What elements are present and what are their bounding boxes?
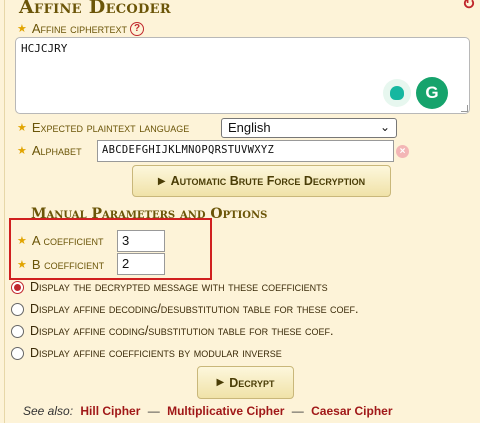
star-icon: ★ — [17, 145, 27, 157]
coefficient-highlight-box — [9, 218, 212, 280]
resize-handle[interactable] — [461, 105, 468, 112]
alphabet-label-row: ★ Alphabet — [17, 143, 82, 158]
decrypt-button[interactable]: ▶ Decrypt — [197, 366, 294, 399]
affine-decoder-panel: Affine Decoder ↻ ★ Affine ciphertext ? H… — [4, 0, 480, 423]
ciphertext-label: Affine ciphertext — [31, 21, 127, 36]
grammarly-icon[interactable]: G — [416, 77, 448, 109]
radio-decoding-table[interactable] — [11, 302, 24, 316]
option-label: Display affine coding/substitution table… — [30, 324, 334, 338]
see-also-label: See also: — [23, 404, 74, 418]
see-also: See also: Hill Cipher — Multiplicative C… — [23, 404, 393, 418]
star-icon: ★ — [17, 122, 27, 134]
option-label: Display affine coefficients by modular i… — [30, 346, 282, 360]
option-row[interactable]: Display affine coding/substitution table… — [11, 324, 334, 338]
brute-force-button[interactable]: ▶ Automatic Brute Force Decryption — [132, 165, 391, 197]
option-row[interactable]: Display affine decoding/desubstitution t… — [11, 302, 359, 316]
option-label: Display affine decoding/desubstitution t… — [30, 302, 359, 316]
option-row[interactable]: Display the decrypted message with these… — [11, 280, 328, 294]
option-row[interactable]: Display affine coefficients by modular i… — [11, 346, 282, 360]
radio-coding-table[interactable] — [11, 324, 24, 338]
ciphertext-label-row: ★ Affine ciphertext ? — [17, 21, 144, 36]
play-icon: ▶ — [157, 175, 166, 187]
lightbulb-extension-icon[interactable] — [383, 79, 411, 107]
link-hill-cipher[interactable]: Hill Cipher — [80, 404, 140, 418]
separator: — — [147, 404, 160, 418]
clear-icon[interactable]: × — [396, 145, 409, 158]
alphabet-input[interactable]: ABCDEFGHIJKLMNOPQRSTUVWXYZ — [97, 140, 394, 162]
link-multiplicative-cipher[interactable]: Multiplicative Cipher — [167, 404, 284, 418]
option-label: Display the decrypted message with these… — [30, 280, 328, 294]
ciphertext-value: HCJCJRY — [21, 42, 68, 55]
star-icon: ★ — [17, 23, 27, 35]
language-select[interactable]: English ⌄ — [221, 118, 397, 138]
brute-force-label: Automatic Brute Force Decryption — [170, 174, 366, 188]
radio-decrypted-message[interactable] — [11, 280, 24, 294]
separator: — — [291, 404, 304, 418]
alphabet-label: Alphabet — [31, 143, 82, 158]
help-icon[interactable]: ? — [130, 21, 144, 36]
decrypt-label: Decrypt — [229, 375, 275, 390]
refresh-icon[interactable]: ↻ — [462, 0, 478, 13]
link-caesar-cipher[interactable]: Caesar Cipher — [311, 404, 392, 418]
chevron-down-icon: ⌄ — [379, 120, 390, 134]
radio-modular-inverse[interactable] — [11, 346, 24, 360]
language-label-row: ★ Expected plaintext language — [17, 120, 189, 135]
page-title: Affine Decoder — [19, 0, 171, 18]
language-label: Expected plaintext language — [31, 120, 190, 135]
language-selected: English — [228, 120, 271, 135]
play-icon: ▶ — [216, 377, 225, 388]
